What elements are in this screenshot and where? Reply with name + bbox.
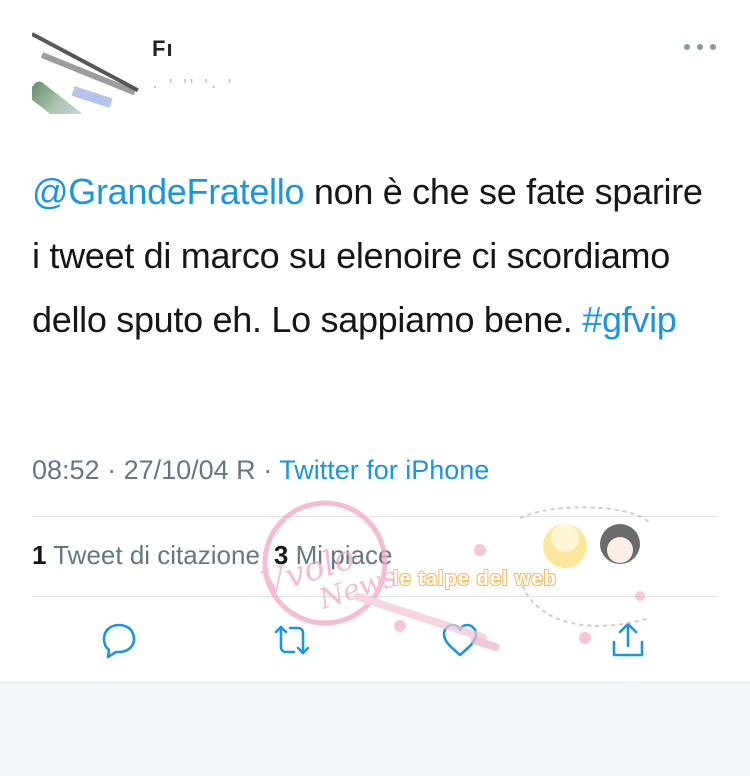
likes-stat[interactable]: 3 Mi piace	[274, 540, 393, 570]
tweet-date: 27/10/04 R	[123, 455, 256, 485]
divider	[32, 596, 717, 597]
like-count: 3	[273, 540, 289, 570]
user-handle: · ' '' '· '	[152, 76, 235, 96]
more-options-icon[interactable]	[684, 37, 716, 57]
quote-count: 1	[32, 540, 47, 570]
meta-separator: ·	[255, 455, 280, 485]
footer-area	[0, 682, 750, 776]
tweet-stats: 1 Tweet di citazione 3 Mi piace	[32, 540, 392, 571]
avatar[interactable]	[32, 22, 142, 114]
mention-link[interactable]: @GrandeFratello	[32, 171, 304, 212]
tweet-text: @GrandeFratello non è che se fate sparir…	[32, 160, 712, 352]
like-label: Mi piace	[295, 540, 393, 570]
divider	[32, 516, 717, 517]
like-icon[interactable]	[440, 620, 480, 660]
meta-separator: ·	[99, 455, 124, 485]
tweet-time: 08:52	[32, 455, 100, 485]
share-icon[interactable]	[608, 620, 648, 660]
display-name[interactable]: Fı	[152, 36, 174, 62]
retweet-icon[interactable]	[272, 620, 312, 660]
hashtag-link[interactable]: #gfvip	[582, 299, 677, 340]
quote-tweets-stat[interactable]: 1 Tweet di citazione	[32, 540, 260, 570]
quote-label: Tweet di citazione	[53, 540, 260, 570]
tweet-source-link[interactable]: Twitter for iPhone	[279, 455, 489, 485]
tweet-meta: 08:52 · 27/10/04 R · Twitter for iPhone	[32, 455, 489, 486]
watermark-brand-text: le talpe del web	[393, 568, 557, 590]
reply-icon[interactable]	[99, 620, 139, 660]
